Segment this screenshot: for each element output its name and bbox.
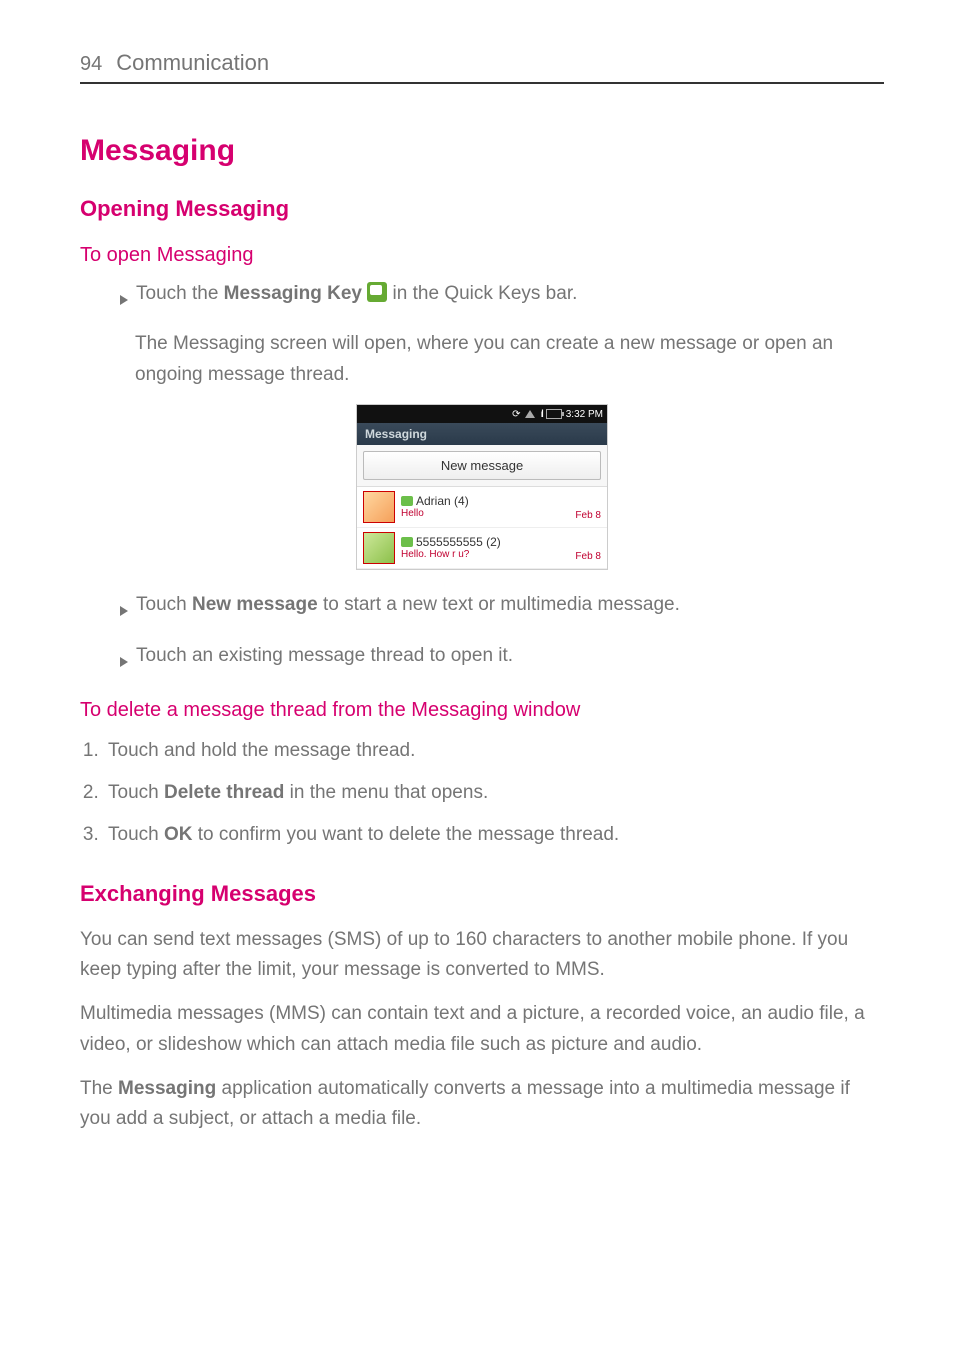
para4-pre: The: [80, 1078, 118, 1099]
thread-body: 5555555555 (2) Hello. How r u?: [401, 535, 575, 561]
avatar-icon: [363, 532, 395, 564]
thread-row-number[interactable]: 5555555555 (2) Hello. How r u? Feb 8: [357, 528, 607, 569]
para-auto-convert: The Messaging application automatically …: [80, 1074, 884, 1135]
para-messaging-screen: The Messaging screen will open, where yo…: [80, 329, 884, 390]
bullet-touch-messaging-key: Touch the Messaging Key in the Quick Key…: [80, 279, 884, 315]
screenshot-container: ⟳ ıll 3:32 PM Messaging New message Adri…: [80, 404, 884, 570]
triangle-bullet-icon: [120, 647, 128, 677]
step-1: Touch and hold the message thread.: [104, 734, 884, 768]
step2-pre: Touch: [108, 782, 164, 803]
bullet3-text: Touch an existing message thread to open…: [136, 641, 513, 671]
thread-name-0: Adrian (4): [416, 494, 469, 508]
signal-icon: [525, 410, 535, 418]
step3-post: to confirm you want to delete the messag…: [192, 824, 619, 845]
triangle-bullet-icon: [120, 285, 128, 315]
para4-bold: Messaging: [118, 1078, 216, 1099]
messaging-key-icon: [367, 282, 387, 302]
thread-date-0: Feb 8: [575, 510, 601, 521]
bubble-icon: [401, 537, 413, 547]
h1-messaging: Messaging: [80, 134, 884, 168]
sync-icon: ⟳: [512, 409, 520, 420]
page-header-title: Communication: [116, 50, 269, 76]
step-2: Touch Delete thread in the menu that ope…: [104, 776, 884, 810]
new-message-button[interactable]: New message: [363, 451, 601, 480]
thread-name-1: 5555555555 (2): [416, 535, 501, 549]
messaging-screenshot: ⟳ ıll 3:32 PM Messaging New message Adri…: [356, 404, 608, 570]
step-3: Touch OK to confirm you want to delete t…: [104, 818, 884, 852]
bullet2-post: to start a new text or multimedia messag…: [318, 594, 680, 615]
thread-body: Adrian (4) Hello: [401, 494, 575, 520]
ss-statusbar: ⟳ ıll 3:32 PM: [357, 405, 607, 423]
thread-preview-0: Hello: [401, 508, 575, 520]
bullet1-post: in the Quick Keys bar.: [387, 283, 577, 304]
bullet1-pre: Touch the: [136, 283, 224, 304]
para-mms-content: Multimedia messages (MMS) can contain te…: [80, 999, 884, 1060]
step2-bold: Delete thread: [164, 782, 284, 803]
thread-preview-1: Hello. How r u?: [401, 549, 575, 561]
bullet2-bold: New message: [192, 594, 318, 615]
page-number: 94: [80, 53, 102, 76]
bars-icon: ıll: [541, 409, 542, 420]
bubble-icon: [401, 496, 413, 506]
thread-date-1: Feb 8: [575, 551, 601, 562]
avatar-icon: [363, 491, 395, 523]
para-sms-limit: You can send text messages (SMS) of up t…: [80, 925, 884, 986]
bullet-new-message: Touch New message to start a new text or…: [80, 590, 884, 626]
step3-pre: Touch: [108, 824, 164, 845]
h3-delete-thread: To delete a message thread from the Mess…: [80, 699, 884, 722]
bullet1-text: Touch the Messaging Key in the Quick Key…: [136, 279, 577, 309]
ss-time: 3:32 PM: [566, 409, 603, 420]
bullet1-bold: Messaging Key: [224, 283, 362, 304]
bullet2-text: Touch New message to start a new text or…: [136, 590, 680, 620]
ss-newmsg-wrap: New message: [357, 445, 607, 487]
bullet-existing-thread: Touch an existing message thread to open…: [80, 641, 884, 677]
step2-post: in the menu that opens.: [284, 782, 488, 803]
h2-exchanging-messages: Exchanging Messages: [80, 881, 884, 907]
h3-to-open-messaging: To open Messaging: [80, 244, 884, 267]
thread-row-adrian[interactable]: Adrian (4) Hello Feb 8: [357, 487, 607, 528]
page-header: 94 Communication: [80, 50, 884, 84]
battery-icon: [546, 409, 562, 419]
step1-text: Touch and hold the message thread.: [108, 740, 415, 761]
triangle-bullet-icon: [120, 596, 128, 626]
h2-opening-messaging: Opening Messaging: [80, 196, 884, 222]
step3-bold: OK: [164, 824, 193, 845]
delete-steps: Touch and hold the message thread. Touch…: [80, 734, 884, 853]
ss-title: Messaging: [357, 423, 607, 445]
bullet2-pre: Touch: [136, 594, 192, 615]
